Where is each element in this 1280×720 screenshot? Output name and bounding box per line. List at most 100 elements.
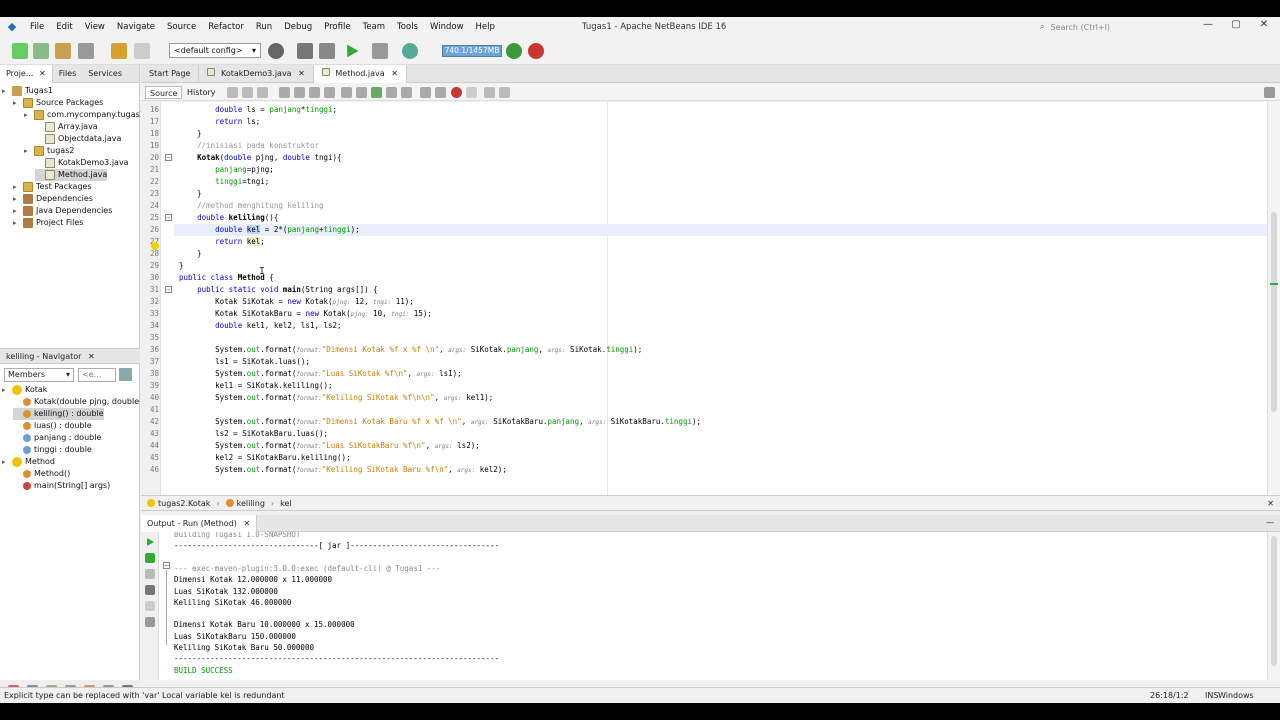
code-line[interactable]: System.out.format(format:"Dimensi Kotak … [179,416,701,428]
maximize-button[interactable]: ▢ [1222,19,1250,30]
code-line[interactable]: ls1 = SiKotak.luas(); [179,356,310,368]
tree-item[interactable]: ▸ tugas2 [24,145,74,157]
tab-files[interactable]: Files [53,65,83,83]
rerun-options-icon[interactable] [145,553,155,563]
menu-edit[interactable]: Edit [50,22,78,32]
code-line[interactable]: System.out.format(format:"Keliling SiKot… [179,392,493,404]
new-file-icon[interactable] [12,43,28,59]
code-line[interactable]: return ls; [179,116,260,128]
scroll-thumb[interactable] [1271,536,1277,666]
fold-icon[interactable]: − [165,154,172,161]
menu-debug[interactable]: Debug [278,22,318,32]
close-icon[interactable]: ✕ [391,69,398,78]
next-bookmark-icon[interactable] [356,87,367,98]
menu-run[interactable]: Run [250,22,278,32]
clean-build-icon[interactable] [319,43,335,59]
source-button[interactable]: Source [145,86,183,99]
toggle-highlight-icon[interactable] [324,87,335,98]
code-line[interactable]: double kel1, kel2, ls1, ls2; [179,320,341,332]
close-icon[interactable]: ✕ [298,69,305,78]
target-icon[interactable] [268,43,284,59]
code-line[interactable]: return kel; [179,236,265,248]
fold-icon[interactable]: − [165,286,172,293]
insert-mode[interactable]: INS [1205,688,1218,703]
history-button[interactable]: History [183,86,219,99]
config-dropdown[interactable]: <default config> ▾ [169,43,261,58]
code-line[interactable]: System.out.format(format:"Keliling SiKot… [179,464,507,476]
tree-item[interactable]: tinggi : double [13,444,92,456]
stop-macro-icon[interactable] [466,87,477,98]
search-box[interactable]: ⌕ Search (Ctrl+I) [1040,20,1190,34]
tree-item[interactable]: ▸ Dependencies [13,193,93,205]
expand-toggle-icon[interactable]: ▸ [24,109,34,121]
cursor-position[interactable]: 26:18/1:2 [1150,688,1189,703]
code-line[interactable]: tinggi=tngi; [179,176,269,188]
code-line[interactable]: } [179,260,184,272]
tab-services[interactable]: Services [82,65,128,83]
code-line[interactable]: //method menghitung keliling [179,200,323,212]
filter-dropdown[interactable]: <e... [78,368,116,382]
code-line[interactable]: System.out.format(format:"Luas SiKotakBa… [179,440,480,452]
code-line[interactable]: kel2 = SiKotakBaru.keliling(); [179,452,350,464]
uncomment-icon[interactable] [435,87,446,98]
code-editor[interactable]: 16 double ls = panjang*tinggi; 17 return … [141,102,1267,495]
menu-tools[interactable]: Tools [391,22,424,32]
code-line[interactable]: Kotak(double pjng, double tngi){ [179,152,342,164]
close-icon[interactable]: ✕ [1267,499,1274,508]
expand-toggle-icon[interactable]: ▸ [13,97,23,109]
menu-window[interactable]: Window [424,22,470,32]
undo-icon[interactable] [111,43,127,59]
menu-profile[interactable]: Profile [318,22,356,32]
redo-icon[interactable] [134,43,150,59]
code-line[interactable]: public static void main(String args[]) { [179,284,378,296]
expand-toggle-icon[interactable]: ▸ [2,85,12,97]
breadcrumb-method[interactable]: keliling [220,499,271,508]
forward-icon[interactable] [257,87,268,98]
menu-file[interactable]: File [24,22,50,32]
toggle-bookmark-icon[interactable] [371,87,382,98]
code-line[interactable]: double keliling(){ [179,212,278,224]
find-icon[interactable] [279,87,290,98]
members-dropdown[interactable]: Members ▾ [4,368,74,382]
fold-icon[interactable]: − [163,562,170,569]
find-next-icon[interactable] [309,87,320,98]
tree-item[interactable]: ▸ com.mycompany.tugas1 [24,109,145,121]
navigator-options-icon[interactable] [119,368,132,381]
tree-item[interactable]: Method() [13,468,70,480]
expand-toggle-icon[interactable]: ▸ [13,217,23,229]
hammer-icon[interactable] [297,43,313,59]
tree-item[interactable]: ▸ Project Files [13,217,83,229]
inspect-icon[interactable] [145,585,155,595]
back-icon[interactable] [242,87,253,98]
rerun-icon[interactable] [147,538,154,546]
menu-navigate[interactable]: Navigate [111,22,161,32]
minimize-panel-icon[interactable]: — [1266,518,1274,527]
fold-icon[interactable]: − [165,214,172,221]
close-window-button[interactable]: ✕ [1250,19,1278,30]
code-line[interactable]: Kotak SiKotak = new Kotak(pjng: 12, tngi… [179,296,414,308]
menu-source[interactable]: Source [161,22,202,32]
hint-bulb-icon[interactable] [151,242,159,250]
save-all-icon[interactable] [78,43,94,59]
comment-icon[interactable] [420,87,431,98]
output-console[interactable]: − Building Tugas1 1.0-SNAPSHOT ----------… [159,532,1267,680]
expand-toggle-icon[interactable]: ▸ [24,145,34,157]
open-project-icon[interactable] [55,43,71,59]
tree-item[interactable]: luas() : double [13,420,92,432]
code-line[interactable]: } [179,128,202,140]
tree-item[interactable]: main(String[] args) [13,480,110,492]
diff-icon[interactable] [484,87,495,98]
close-icon[interactable]: ✕ [243,519,250,528]
profiler-snapshot-icon[interactable] [528,43,544,59]
tree-item[interactable]: Kotak(double pjng, double [13,396,139,408]
tree-item[interactable]: ▸ Tugas1 [2,85,53,97]
tree-item[interactable]: KotakDemo3.java [35,157,129,169]
code-line[interactable]: double kel = 2*(panjang+tinggi); [179,224,360,236]
breadcrumb-class[interactable]: tugas2.Kotak [141,499,216,508]
code-line[interactable]: } [179,188,202,200]
code-line[interactable]: Kotak SiKotakBaru = new Kotak(pjng: 10, … [179,308,432,320]
tree-item[interactable]: keliling() : double [13,408,104,420]
gc-icon[interactable] [506,43,522,59]
minimize-button[interactable]: — [1194,19,1222,30]
breadcrumb-variable[interactable]: kel [274,499,298,508]
